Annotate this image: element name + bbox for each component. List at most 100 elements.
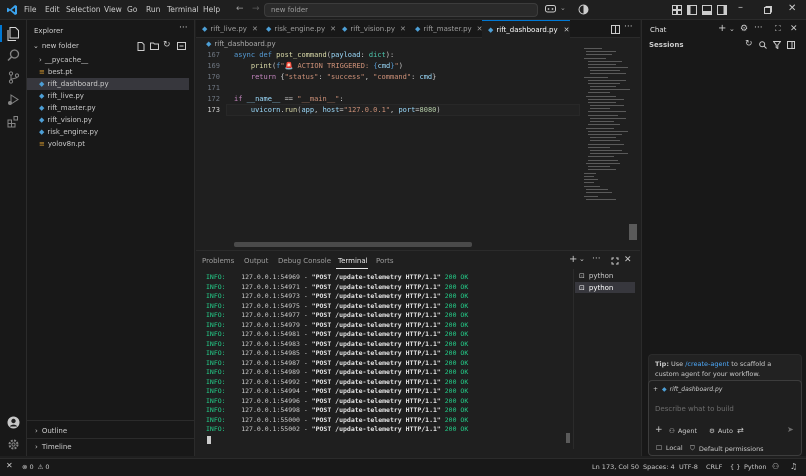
copilot-chevron-icon[interactable]: ⌄ bbox=[560, 4, 566, 12]
tree-item-risk-engine[interactable]: ◆ risk_engine.py bbox=[27, 126, 194, 138]
back-arrow-icon[interactable]: ← bbox=[236, 4, 244, 14]
account-icon[interactable] bbox=[5, 414, 22, 431]
panel-more-icon[interactable]: ··· bbox=[592, 254, 601, 264]
toggle-sidebar-icon[interactable] bbox=[687, 5, 697, 15]
tree-item-pycache[interactable]: › __pycache__ bbox=[27, 54, 194, 66]
close-window-icon[interactable]: ✕ bbox=[788, 3, 796, 14]
cursor-position[interactable]: Ln 173, Col 50 bbox=[592, 463, 639, 471]
code-line[interactable]: uvicorn.run(app, host="127.0.0.1", port=… bbox=[234, 106, 441, 114]
chevron-down-icon[interactable]: ⌄ bbox=[729, 25, 735, 33]
remote-icon[interactable]: ✕ bbox=[6, 461, 13, 470]
menu-view[interactable]: View bbox=[104, 5, 122, 14]
new-folder-icon[interactable] bbox=[150, 42, 159, 50]
menu-help[interactable]: Help bbox=[203, 5, 220, 14]
tab-close-icon[interactable]: ✕ bbox=[252, 25, 258, 33]
tree-item-rift-live[interactable]: ◆ rift_live.py bbox=[27, 90, 194, 102]
close-panel-icon[interactable]: ✕ bbox=[624, 255, 632, 265]
line-ending[interactable]: CRLF bbox=[706, 463, 722, 471]
extensions-icon[interactable] bbox=[5, 113, 22, 130]
new-terminal-icon[interactable]: + bbox=[569, 254, 577, 265]
indentation[interactable]: Spaces: 4 bbox=[643, 463, 675, 471]
editor-horizontal-scrollbar[interactable] bbox=[234, 242, 472, 247]
copilot-icon[interactable] bbox=[545, 5, 556, 14]
tab-terminal[interactable]: Terminal bbox=[338, 257, 368, 265]
encoding[interactable]: UTF-8 bbox=[679, 463, 698, 471]
menu-go[interactable]: Go bbox=[127, 5, 137, 14]
tree-item-rift-master[interactable]: ◆ rift_master.py bbox=[27, 102, 194, 114]
menu-selection[interactable]: Selection bbox=[66, 5, 101, 14]
editor-vertical-scrollbar[interactable] bbox=[629, 224, 637, 240]
collapse-all-icon[interactable] bbox=[177, 42, 186, 50]
tab-rift-live[interactable]: ◆ rift_live.py ✕ bbox=[196, 20, 260, 38]
toggle-secondary-sidebar-icon[interactable] bbox=[717, 5, 727, 15]
menu-terminal[interactable]: Terminal bbox=[167, 5, 199, 14]
customize-layout-icon[interactable] bbox=[672, 5, 682, 15]
code-line[interactable]: if __name__ == "__main__": bbox=[234, 95, 344, 103]
code-line[interactable]: return {"status": "success", "command": … bbox=[234, 73, 437, 81]
restore-icon[interactable] bbox=[764, 6, 772, 14]
terminal-scrollbar[interactable] bbox=[566, 433, 570, 443]
tab-ports[interactable]: Ports bbox=[376, 257, 394, 265]
settings-gear-icon[interactable] bbox=[5, 436, 22, 453]
context-attachment[interactable]: + ◆ rift_dashboard.py bbox=[653, 386, 722, 393]
new-file-icon[interactable] bbox=[137, 42, 145, 51]
minimap[interactable] bbox=[582, 46, 632, 246]
braces-icon[interactable]: { } bbox=[730, 463, 740, 471]
minimize-icon[interactable]: – bbox=[738, 2, 743, 13]
attach-icon[interactable]: + bbox=[655, 425, 663, 435]
filter-icon[interactable] bbox=[773, 41, 781, 49]
toggle-panel-icon[interactable] bbox=[702, 5, 712, 15]
search-icon[interactable] bbox=[5, 47, 22, 64]
chat-input[interactable]: Describe what to build bbox=[655, 405, 734, 413]
outline-section[interactable]: › Outline bbox=[27, 425, 194, 437]
code-line[interactable]: print(f"🚨 ACTION TRIGGERED: {cmd}") bbox=[234, 62, 403, 70]
forward-arrow-icon[interactable]: → bbox=[252, 4, 260, 14]
tree-item-rift-vision[interactable]: ◆ rift_vision.py bbox=[27, 114, 194, 126]
tab-output[interactable]: Output bbox=[244, 257, 268, 265]
tab-close-icon[interactable]: ✕ bbox=[400, 25, 406, 33]
command-center-search[interactable]: new folder bbox=[264, 3, 538, 17]
permissions-picker[interactable]: ⛉ Default permissions bbox=[690, 444, 764, 453]
close-chat-icon[interactable]: ✕ bbox=[790, 24, 798, 34]
menu-edit[interactable]: Edit bbox=[45, 5, 60, 14]
agent-mode-picker[interactable]: ⚇ Agent bbox=[669, 427, 697, 435]
tree-item-yolov8n[interactable]: ≡ yolov8n.pt bbox=[27, 138, 194, 150]
model-picker[interactable]: ⚙ Auto bbox=[709, 427, 733, 435]
tab-problems[interactable]: Problems bbox=[202, 257, 234, 265]
create-agent-link[interactable]: /create-agent bbox=[685, 360, 729, 368]
maximize-panel-icon[interactable] bbox=[611, 257, 619, 265]
editor-more-icon[interactable]: ··· bbox=[624, 22, 633, 32]
language-mode[interactable]: Python bbox=[744, 463, 767, 471]
chat-settings-gear-icon[interactable]: ⚙ bbox=[740, 24, 748, 34]
maximize-chat-icon[interactable]: ⛶ bbox=[775, 24, 781, 34]
tab-risk-engine[interactable]: ◆ risk_engine.py ✕ bbox=[260, 20, 336, 38]
split-editor-icon[interactable] bbox=[611, 25, 620, 34]
explorer-more-icon[interactable]: ··· bbox=[179, 23, 188, 33]
new-chat-icon[interactable]: + bbox=[718, 23, 726, 34]
problems-indicator[interactable]: ⊗ 0 ⚠ 0 bbox=[22, 463, 50, 471]
sessions-layout-icon[interactable] bbox=[787, 41, 795, 49]
local-picker[interactable]: ☐ Local bbox=[656, 444, 683, 452]
tab-rift-dashboard[interactable]: ◆ rift_dashboard.py ✕ bbox=[482, 20, 570, 39]
terminal-list-item-active[interactable]: ⊡ python bbox=[575, 282, 635, 293]
refresh-icon[interactable]: ↻ bbox=[163, 40, 171, 50]
tools-icon[interactable]: ⇄ bbox=[737, 426, 744, 435]
terminal-output[interactable]: INFO: 127.0.0.1:54969 - "POST /update-te… bbox=[196, 271, 566, 441]
code-line[interactable]: async def post_command(payload: dict): bbox=[234, 51, 394, 59]
copilot-status-icon[interactable]: ⚇ bbox=[772, 462, 779, 471]
chat-more-icon[interactable]: ··· bbox=[754, 23, 763, 33]
tab-debug-console[interactable]: Debug Console bbox=[278, 257, 331, 265]
run-debug-icon[interactable] bbox=[5, 91, 22, 108]
menu-run[interactable]: Run bbox=[146, 5, 160, 14]
account-sync-icon[interactable] bbox=[578, 4, 589, 15]
add-context-icon[interactable]: + bbox=[653, 386, 658, 393]
source-control-icon[interactable] bbox=[5, 69, 22, 86]
refresh-sessions-icon[interactable]: ↻ bbox=[745, 39, 753, 49]
tab-rift-master[interactable]: ◆ rift_master.py ✕ bbox=[409, 20, 483, 38]
notifications-bell-icon[interactable]: ♫ bbox=[790, 462, 797, 471]
search-sessions-icon[interactable] bbox=[759, 41, 767, 49]
chevron-down-icon[interactable]: ⌄ bbox=[579, 255, 585, 263]
terminal-list-item[interactable]: ⊡ python bbox=[575, 270, 635, 281]
menu-file[interactable]: File bbox=[24, 5, 37, 14]
timeline-section[interactable]: › Timeline bbox=[27, 441, 194, 453]
